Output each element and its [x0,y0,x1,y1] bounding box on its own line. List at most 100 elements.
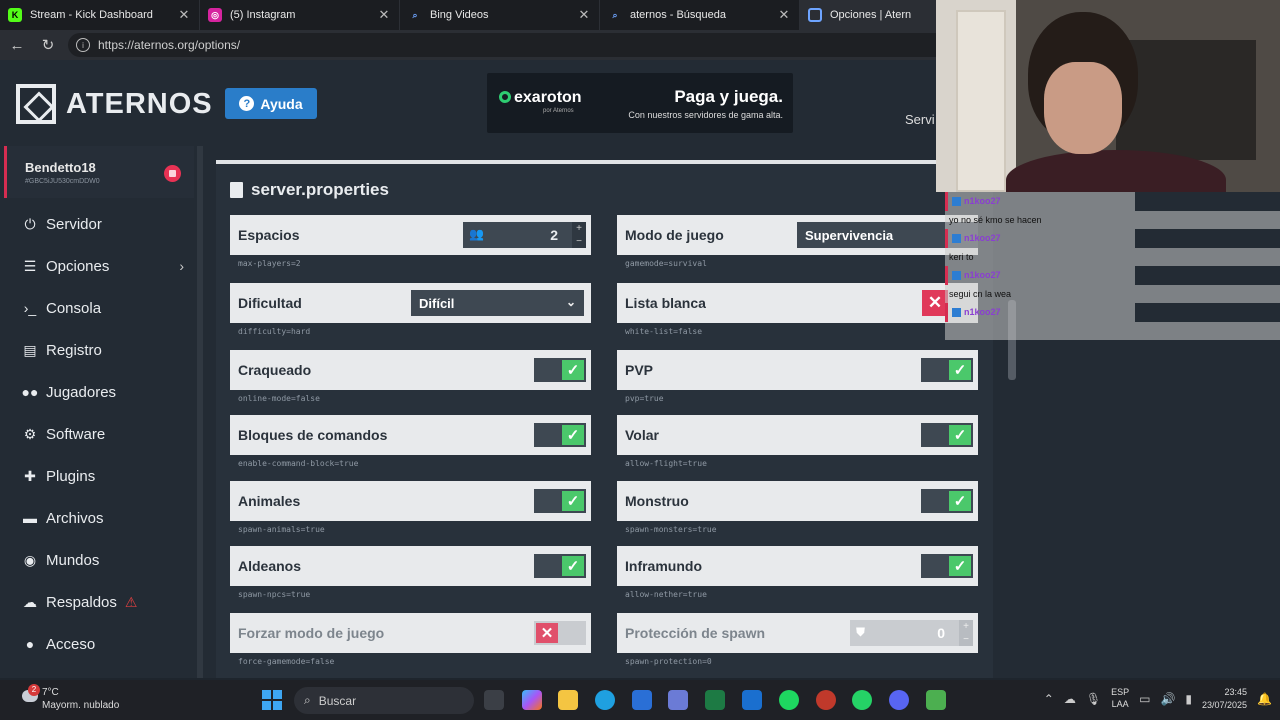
sidebar-item-mundos[interactable]: ◉ Mundos [4,542,194,578]
sidebar-item-servidor[interactable]: ⏻ Servidor [4,206,194,242]
tab-title: Bing Videos [430,9,489,21]
url-field[interactable]: i https://aternos.org/options/ [68,33,948,57]
spawn-animals-toggle[interactable]: ✓ [534,489,586,513]
windows-start-icon[interactable] [262,690,282,710]
weather-widget[interactable]: 2 7°C Mayorm. nublado [22,684,119,712]
sidebar-item-jugadores[interactable]: ●● Jugadores [4,374,194,410]
prop-key: allow-flight=true [625,459,707,468]
max-players-stepper[interactable]: 👥 2 + − [463,222,586,248]
exaroton-ad[interactable]: exaroton por Aternos Paga y juega. Con n… [487,73,793,133]
streamer-face [1044,62,1122,154]
taskbar-search[interactable]: ⌕ Buscar [294,687,474,714]
sidebar-item-archivos[interactable]: ▬ Archivos [4,500,194,536]
close-icon[interactable]: ✕ [377,7,391,23]
sidebar-item-acceso[interactable]: ● Acceso [4,626,194,662]
spawn-monsters-toggle[interactable]: ✓ [921,489,973,513]
copilot-icon[interactable] [522,690,542,710]
spotify-icon[interactable] [779,690,799,710]
cloud-icon[interactable]: ☁ [1064,692,1076,706]
sidebar-item-opciones[interactable]: ☰ Opciones › [4,248,194,284]
sidebar-item-label: Mundos [46,551,100,569]
stepper-value: 0 [937,625,945,641]
minecraft-icon[interactable] [926,690,946,710]
tab-instagram[interactable]: ◎ (5) Instagram ✕ [200,0,400,30]
puzzle-icon: ✚ [24,467,36,484]
plus-icon[interactable]: + [963,621,969,632]
store-icon[interactable] [632,690,652,710]
allow-nether-toggle[interactable]: ✓ [921,554,973,578]
language-code: ESP [1111,686,1130,697]
sidebar-item-software[interactable]: ⚙ Software [4,416,194,452]
prop-label: Modo de juego [625,227,724,243]
aternos-logo[interactable]: ATERNOS [16,84,213,124]
prop-dificultad: Dificultad Difícil ⌄ difficulty=hard [230,283,591,336]
whatsapp-icon[interactable] [852,690,872,710]
sidebar-item-consola[interactable]: ›_ Consola [4,290,194,326]
stepper-value: 2 [550,227,558,243]
bell-icon[interactable]: 🔔 [1257,692,1272,706]
windows-taskbar: 2 7°C Mayorm. nublado ⌕ Buscar ⌃ ☁ 🎙 ESP… [0,680,1280,720]
status-indicator-icon [164,165,181,182]
help-button[interactable]: ? Ayuda [225,88,317,119]
spawn-protection-stepper[interactable]: ⛊ 0 + − [850,620,973,646]
battery-icon[interactable]: ▮ [1185,692,1192,706]
server-link-partial[interactable]: Servi [905,112,935,127]
language-indicator[interactable]: ESP LAA [1111,687,1129,710]
chat-message [945,321,1280,340]
prop-label: Animales [238,493,301,509]
clock-time: 23:45 [1224,687,1248,697]
close-icon[interactable]: ✕ [577,7,591,23]
minus-icon[interactable]: − [963,634,969,645]
exaroton-icon [499,91,511,103]
difficulty-select[interactable]: Difícil ⌄ [411,290,584,316]
allow-flight-toggle[interactable]: ✓ [921,423,973,447]
excel-icon[interactable] [705,690,725,710]
chevron-up-icon[interactable]: ⌃ [1044,692,1054,706]
prop-lista-blanca: Lista blanca ✕ white-list=false [617,283,978,336]
close-icon[interactable]: ✕ [777,7,791,23]
volume-icon[interactable]: 🔊 [1160,692,1175,706]
edge-icon[interactable] [595,690,615,710]
reload-icon[interactable]: ↻ [34,31,62,59]
server-user[interactable]: Bendetto18 #GBC5iJU530cmDDW0 [4,146,194,198]
back-icon[interactable]: ← [3,31,31,59]
prop-label: Inframundo [625,558,702,574]
command-block-toggle[interactable]: ✓ [534,423,586,447]
close-icon[interactable]: ✕ [177,7,191,23]
prop-key: enable-command-block=true [238,459,359,468]
snipping-tool-icon[interactable] [668,690,688,710]
chat-username-text: n1koo27 [964,270,1001,281]
ad-headline: Paga y juega. [674,87,783,106]
site-info-icon[interactable]: i [76,38,90,52]
spawn-npcs-toggle[interactable]: ✓ [534,554,586,578]
sidebar-item-plugins[interactable]: ✚ Plugins [4,458,194,494]
minus-icon[interactable]: − [576,236,582,247]
task-view-icon[interactable] [484,690,504,710]
file-explorer-icon[interactable] [558,690,578,710]
microphone-icon[interactable]: 🎙 [1086,692,1101,706]
tab-bing-videos[interactable]: ⌕ Bing Videos ✕ [400,0,600,30]
plus-icon[interactable]: + [576,223,582,234]
sidebar-item-respaldos[interactable]: ☁ Respaldos ⚠ [4,584,194,620]
file-icon: ▤ [23,341,37,358]
discord-icon[interactable] [889,690,909,710]
tab-aternos-search[interactable]: ⌕ aternos - Búsqueda ✕ [600,0,800,30]
users-icon: 👥 [469,227,484,241]
online-mode-toggle[interactable]: ✓ [534,358,586,382]
keyboard-layout: LAA [1111,698,1129,709]
sidebar-item-registro[interactable]: ▤ Registro [4,332,194,368]
prop-pvp: PVP ✓ pvp=true [617,350,978,403]
kick-icon: K [8,8,22,22]
force-gamemode-toggle[interactable]: ✕ [534,621,586,645]
sidebar-scrollbar[interactable] [197,146,203,678]
monitor-icon[interactable]: ▭ [1139,692,1150,706]
sidebar-item-label: Software [46,425,106,443]
pvp-toggle[interactable]: ✓ [921,358,973,382]
app-icon[interactable] [816,690,836,710]
warning-icon: ⚠ [124,593,138,610]
tab-kick[interactable]: K Stream - Kick Dashboard ✕ [0,0,200,30]
outlook-icon[interactable] [742,690,762,710]
search-icon: ⌕ [412,9,418,20]
badge-icon [952,270,961,280]
clock[interactable]: 23:45 23/07/2025 [1202,686,1247,711]
